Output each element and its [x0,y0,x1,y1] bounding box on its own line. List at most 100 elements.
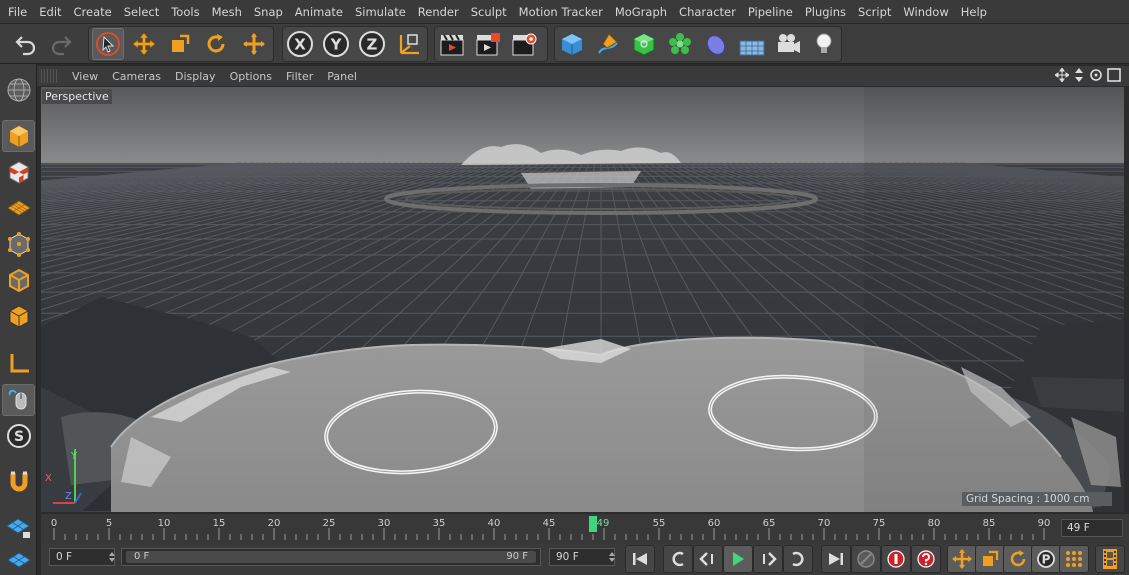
polygons-mode-button[interactable] [2,300,35,332]
menu-animate[interactable]: Animate [289,0,349,24]
viewport-menu-cameras[interactable]: Cameras [105,70,168,83]
camera-label[interactable]: Perspective [42,89,112,104]
menu-pipeline[interactable]: Pipeline [742,0,799,24]
menu-help[interactable]: Help [955,0,993,24]
menu-select[interactable]: Select [118,0,165,24]
keyframe-selection-button[interactable] [911,545,941,573]
parameter-key-button[interactable]: P [1031,545,1061,573]
go-to-next-key-button[interactable] [783,545,813,573]
render-to-picture-viewer-button[interactable] [472,28,504,60]
pen-spline-button[interactable] [592,28,624,60]
prev-key-icon [672,551,684,567]
zoom-view-icon[interactable] [1073,68,1085,82]
menu-edit[interactable]: Edit [33,0,67,24]
rotate-tool-button[interactable] [200,28,232,60]
planar-workplane-button[interactable] [2,544,35,575]
toggle-view-icon[interactable] [1107,68,1121,82]
pan-view-icon[interactable] [1055,68,1069,82]
point-level-key-button[interactable] [1059,545,1089,573]
panel-grip-icon[interactable] [41,69,59,83]
live-selection-button[interactable] [92,28,124,60]
timeline-window-button[interactable] [1095,545,1125,573]
viewport-menu-view[interactable]: View [65,70,105,83]
coordinate-system-button[interactable] [393,28,425,60]
move-tool-button[interactable] [128,28,160,60]
go-to-previous-key-button[interactable] [663,545,693,573]
menu-snap[interactable]: Snap [248,0,289,24]
viewport-menu-display[interactable]: Display [168,70,223,83]
end-field-stepper-icon[interactable] [609,552,615,562]
y-axis-button[interactable]: Y [320,28,352,60]
z-axis-button[interactable]: Z [356,28,388,60]
redo-button[interactable] [45,28,77,60]
edges-mode-button[interactable] [2,264,35,296]
axis-mode-button[interactable] [2,348,35,380]
previous-frame-button[interactable] [693,545,723,573]
record-active-objects-button[interactable] [851,545,881,573]
svg-text:P: P [1042,553,1051,567]
menu-create[interactable]: Create [68,0,118,24]
snap-toggle-button[interactable]: S [2,420,35,452]
current-frame-field[interactable]: 49 F [1061,519,1123,537]
rotation-key-button[interactable] [1003,545,1033,573]
play-forward-button[interactable] [723,545,753,573]
viewport-menu-options[interactable]: Options [223,70,279,83]
menu-motion-tracker[interactable]: Motion Tracker [513,0,609,24]
preview-end-field[interactable]: 90 F [549,548,615,566]
points-mode-button[interactable] [2,228,35,260]
menu-file[interactable]: File [2,0,33,24]
skip-end-icon [829,553,843,565]
position-key-button[interactable] [947,545,977,573]
recent-tools-button[interactable] [238,28,270,60]
go-to-end-button[interactable] [821,545,851,573]
menu-character[interactable]: Character [673,0,742,24]
render-view-button[interactable] [436,28,468,60]
light-button[interactable] [808,28,840,60]
scale-key-button[interactable] [975,545,1005,573]
preview-start-field[interactable]: 0 F [49,548,115,566]
texture-mode-button[interactable] [2,156,35,188]
timeline[interactable]: 0 5 10 15 20 25 30 35 40 45 49 55 60 65 70 75 80 85 90 49 … [41,514,1129,544]
menu-tools[interactable]: Tools [165,0,205,24]
undo-button[interactable] [10,28,42,60]
rotate-view-icon[interactable] [1089,68,1103,82]
menu-render[interactable]: Render [412,0,465,24]
subdivision-surface-button[interactable] [628,28,660,60]
menu-mesh[interactable]: Mesh [206,0,248,24]
viewport-menu-filter[interactable]: Filter [279,70,320,83]
floor-button[interactable] [736,28,768,60]
cube-button[interactable] [556,28,588,60]
workplane-mode-button[interactable] [2,192,35,224]
lock-workplane-button[interactable] [2,512,35,544]
svg-text:X: X [294,36,306,54]
autokeying-button[interactable] [881,545,911,573]
menu-mograph[interactable]: MoGraph [609,0,673,24]
viewport-menu-panel[interactable]: Panel [320,70,364,83]
range-start-label: 0 F [134,551,150,562]
move-key-icon [952,549,972,569]
go-to-start-button[interactable] [625,545,655,573]
make-editable-button[interactable] [2,74,35,106]
scale-tool-button[interactable] [164,28,196,60]
timeline-ruler[interactable]: 0 5 10 15 20 25 30 35 40 45 49 55 60 65 70 75 80 85 90 [41,514,1053,544]
deformer-button[interactable] [700,28,732,60]
menu-sculpt[interactable]: Sculpt [465,0,513,24]
checker-cube-icon [9,161,28,184]
model-mode-button[interactable] [2,120,35,152]
menu-bar: File Edit Create Select Tools Mesh Snap Animate… [0,0,1129,24]
model-cube-icon [9,126,28,147]
render-settings-button[interactable] [508,28,540,60]
menu-window[interactable]: Window [897,0,954,24]
menu-script[interactable]: Script [852,0,897,24]
perspective-viewport[interactable]: Y X Z Grid Spacing : 1000 cm [41,87,1124,512]
camera-button[interactable] [772,28,804,60]
tweak-mode-button[interactable] [2,384,35,416]
next-frame-button[interactable] [753,545,783,573]
start-field-stepper-icon[interactable] [109,552,115,562]
cloner-button[interactable] [664,28,696,60]
menu-plugins[interactable]: Plugins [799,0,852,24]
menu-simulate[interactable]: Simulate [349,0,412,24]
snap-magnet-button[interactable] [2,466,35,498]
preview-range-slider[interactable]: 0 F 90 F [121,548,541,566]
x-axis-button[interactable]: X [284,28,316,60]
